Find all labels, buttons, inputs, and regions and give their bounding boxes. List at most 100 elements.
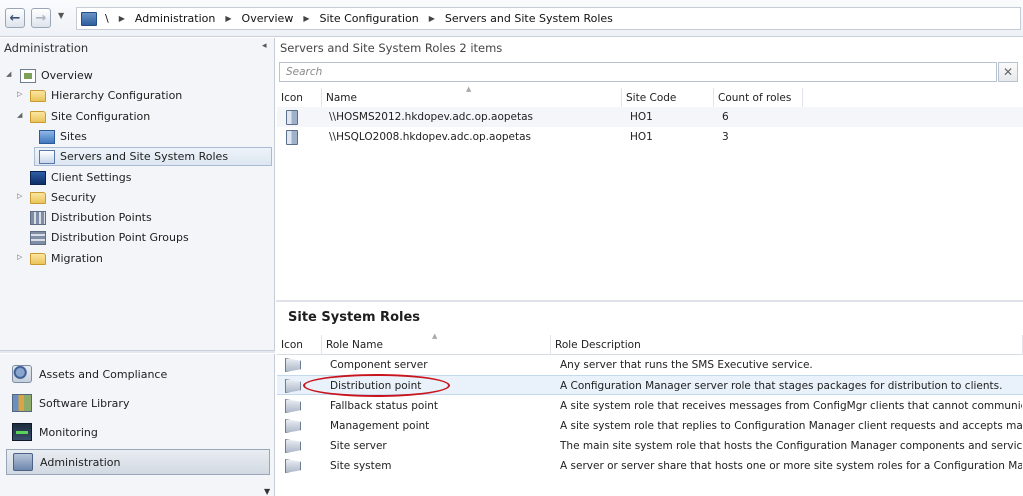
monitoring-icon xyxy=(12,423,32,441)
folder-icon xyxy=(30,111,46,123)
collapsed-arrow-icon[interactable]: ▷ xyxy=(17,192,22,200)
site-role-icon xyxy=(285,439,301,453)
forward-button[interactable]: → xyxy=(31,8,51,28)
site-code: HO1 xyxy=(630,111,653,123)
server-name: \\HOSMS2012.hkdopev.adc.op.aopetas xyxy=(329,111,534,123)
workspace-label: Software Library xyxy=(39,396,130,410)
distribution-point-groups-icon xyxy=(30,230,46,245)
tree-item-distribution-points[interactable]: Distribution Points xyxy=(30,208,152,227)
breadcrumb: \ ▶ Administration ▶ Overview ▶ Site Con… xyxy=(76,7,1021,30)
tree-item-site-configuration[interactable]: Site Configuration xyxy=(30,107,150,126)
table-row[interactable]: \\HOSMS2012.hkdopev.adc.op.aopetas HO1 6 xyxy=(277,107,1023,127)
server-icon xyxy=(286,129,298,145)
expanded-arrow-icon[interactable]: ◢ xyxy=(6,70,11,78)
overview-icon xyxy=(20,68,36,83)
expanded-arrow-icon[interactable]: ◢ xyxy=(17,111,22,119)
role-description: A site system role that receives message… xyxy=(560,400,1022,412)
table-row[interactable]: Site system A server or server share tha… xyxy=(277,456,1023,476)
software-library-icon xyxy=(12,394,32,412)
role-description: A site system role that replies to Confi… xyxy=(560,420,1022,432)
role-description: Any server that runs the SMS Executive s… xyxy=(560,359,813,371)
folder-icon xyxy=(30,192,46,204)
scroll-down-icon[interactable]: ▼ xyxy=(264,487,270,496)
role-description: A Configuration Manager server role that… xyxy=(560,380,1003,392)
search-input[interactable] xyxy=(279,62,997,82)
roles-table-header: ▲ Icon Role Name Role Description xyxy=(277,332,1023,355)
tree-item-label: Sites xyxy=(60,130,87,143)
administration-icon xyxy=(13,453,33,471)
assets-icon xyxy=(12,365,32,383)
details-splitter[interactable] xyxy=(276,300,1023,302)
tree-item-label: Migration xyxy=(51,252,103,265)
breadcrumb-item-servers-and-site-system-roles[interactable]: Servers and Site System Roles xyxy=(445,12,613,25)
breadcrumb-item-administration[interactable]: Administration xyxy=(135,12,216,25)
tree-item-security[interactable]: Security xyxy=(30,188,96,207)
breadcrumb-separator-icon[interactable]: ▶ xyxy=(303,14,309,23)
site-role-icon xyxy=(285,379,301,393)
column-header-site-code[interactable]: Site Code xyxy=(622,88,714,108)
pane-title: Administration xyxy=(4,41,89,55)
workspace-monitoring[interactable]: Monitoring xyxy=(6,419,270,445)
collapse-pane-icon[interactable]: ◂ xyxy=(262,41,267,51)
collapsed-arrow-icon[interactable]: ▷ xyxy=(17,253,22,261)
tree-item-label: Distribution Point Groups xyxy=(51,231,189,244)
site-role-icon xyxy=(285,399,301,413)
servers-table-header: ▲ Icon Name Site Code Count of roles xyxy=(277,85,1023,108)
site-role-icon xyxy=(285,419,301,433)
role-description: The main site system role that hosts the… xyxy=(560,440,1022,452)
tree-item-label: Overview xyxy=(41,69,93,82)
tree-item-sites[interactable]: Sites xyxy=(39,127,87,146)
table-row[interactable]: Fallback status point A site system role… xyxy=(277,396,1023,416)
column-header-icon[interactable]: Icon xyxy=(277,335,322,355)
back-button[interactable]: ← xyxy=(5,8,25,28)
column-header-role-description[interactable]: Role Description xyxy=(551,335,1023,355)
breadcrumb-separator-icon[interactable]: ▶ xyxy=(225,14,231,23)
column-header-icon[interactable]: Icon xyxy=(277,88,322,108)
details-section-title: Site System Roles xyxy=(288,310,421,325)
tree-item-overview[interactable]: Overview xyxy=(20,66,93,85)
tree-item-migration[interactable]: Migration xyxy=(30,249,103,268)
breadcrumb-root[interactable]: \ xyxy=(105,12,109,25)
tree-item-label: Hierarchy Configuration xyxy=(51,89,183,102)
role-name: Site system xyxy=(330,460,392,472)
navigation-pane: Administration ◂ ◢ Overview ▷ Hierarchy … xyxy=(0,38,275,496)
count-of-roles: 3 xyxy=(722,131,729,143)
breadcrumb-item-site-configuration[interactable]: Site Configuration xyxy=(319,12,418,25)
workspace-label: Administration xyxy=(40,455,121,469)
workspace-software-library[interactable]: Software Library xyxy=(6,390,270,416)
role-description: A server or server share that hosts one … xyxy=(560,460,1022,472)
breadcrumb-item-overview[interactable]: Overview xyxy=(242,12,294,25)
role-name: Fallback status point xyxy=(330,400,439,412)
tree-item-distribution-point-groups[interactable]: Distribution Point Groups xyxy=(30,228,189,247)
breadcrumb-separator-icon[interactable]: ▶ xyxy=(119,14,125,23)
results-title: Servers and Site System Roles 2 items xyxy=(280,41,503,55)
servers-icon xyxy=(39,149,55,164)
server-name: \\HSQLO2008.hkdopev.adc.op.aopetas xyxy=(329,131,532,143)
clear-search-icon[interactable]: ✕ xyxy=(998,62,1018,82)
column-header-role-name[interactable]: Role Name xyxy=(322,335,551,355)
console-icon xyxy=(81,11,97,26)
collapsed-arrow-icon[interactable]: ▷ xyxy=(17,90,22,98)
tree-item-servers-and-site-system-roles[interactable]: Servers and Site System Roles xyxy=(34,147,272,166)
site-code: HO1 xyxy=(630,131,653,143)
workspace-assets-and-compliance[interactable]: Assets and Compliance xyxy=(6,361,270,387)
table-row[interactable]: Site server The main site system role th… xyxy=(277,436,1023,456)
table-row[interactable]: Distribution point A Configuration Manag… xyxy=(277,375,1023,395)
client-settings-icon xyxy=(30,170,46,185)
workspace-administration[interactable]: Administration xyxy=(6,449,270,475)
column-header-count-of-roles[interactable]: Count of roles xyxy=(714,88,803,108)
tree-item-hierarchy-configuration[interactable]: Hierarchy Configuration xyxy=(30,86,182,105)
column-header-name[interactable]: Name xyxy=(322,88,622,108)
table-row[interactable]: Management point A site system role that… xyxy=(277,416,1023,436)
workspace-label: Assets and Compliance xyxy=(39,367,168,381)
history-dropdown-icon[interactable]: ▼ xyxy=(58,11,64,20)
count-of-roles: 6 xyxy=(722,111,729,123)
workspace-splitter[interactable] xyxy=(0,350,275,354)
server-icon xyxy=(286,109,298,125)
tree-item-client-settings[interactable]: Client Settings xyxy=(30,168,131,187)
site-role-icon xyxy=(285,459,301,473)
tree-item-label: Site Configuration xyxy=(51,110,151,123)
table-row[interactable]: Component server Any server that runs th… xyxy=(277,355,1023,375)
breadcrumb-separator-icon[interactable]: ▶ xyxy=(429,14,435,23)
table-row[interactable]: \\HSQLO2008.hkdopev.adc.op.aopetas HO1 3 xyxy=(277,127,1023,147)
